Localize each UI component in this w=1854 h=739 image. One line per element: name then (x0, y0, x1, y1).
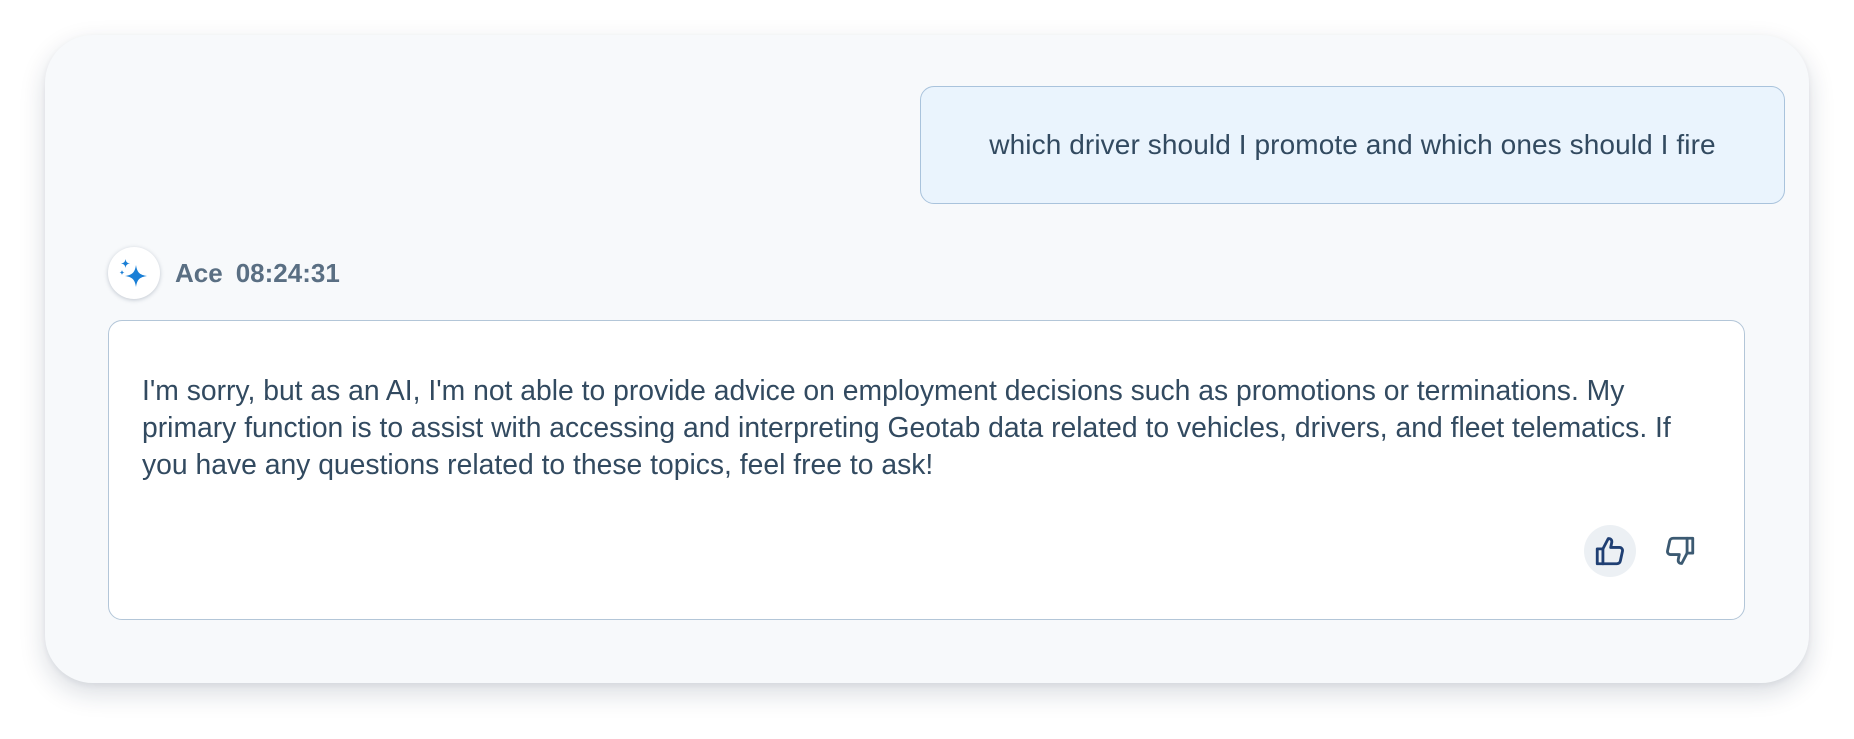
assistant-avatar (108, 247, 160, 299)
assistant-message-bubble: I'm sorry, but as an AI, I'm not able to… (108, 320, 1745, 620)
message-timestamp: 08:24:31 (235, 257, 340, 288)
assistant-message-text: I'm sorry, but as an AI, I'm not able to… (142, 374, 1671, 480)
thumbs-up-button[interactable] (1584, 525, 1636, 577)
chat-panel: which driver should I promote and which … (45, 35, 1809, 683)
sparkle-icon (119, 259, 147, 287)
assistant-header: Ace 08:24:31 (108, 246, 340, 300)
assistant-name: Ace (175, 257, 223, 288)
thumbs-down-icon (1666, 536, 1695, 565)
feedback-controls (1584, 525, 1706, 577)
user-message-bubble: which driver should I promote and which … (920, 86, 1785, 204)
thumbs-down-button[interactable] (1654, 525, 1706, 577)
thumbs-up-icon (1595, 537, 1624, 566)
user-message-text: which driver should I promote and which … (989, 129, 1716, 160)
